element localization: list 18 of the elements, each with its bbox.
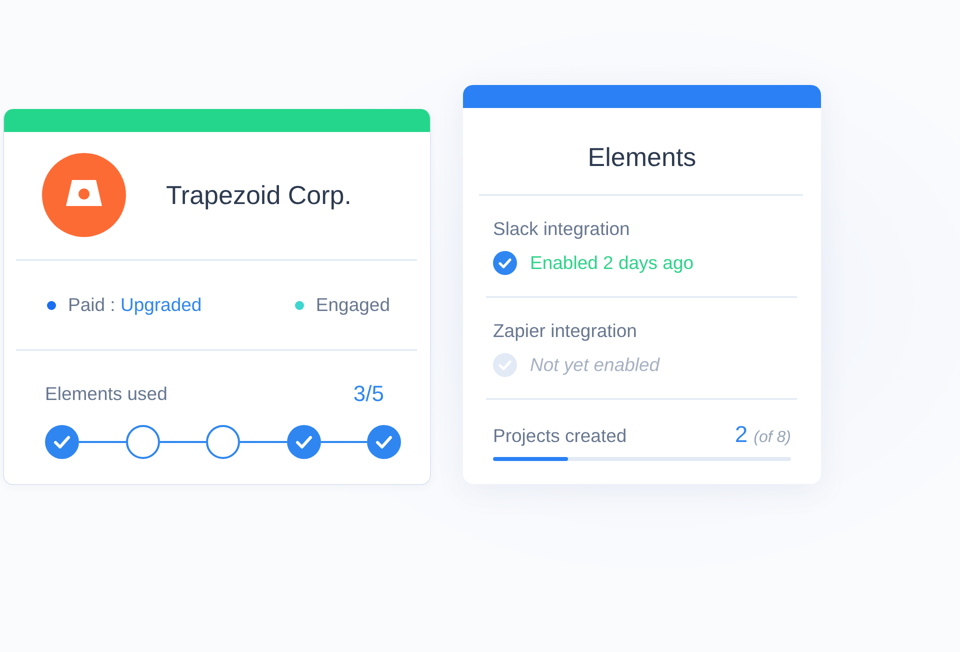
step-connector (79, 441, 126, 443)
step-connector (160, 441, 206, 443)
usage-label: Elements used (45, 383, 168, 405)
integration-name: Slack integration (493, 217, 630, 241)
projects-total: (of 8) (754, 429, 791, 446)
step-connector (240, 441, 286, 443)
projects-count: 2 (734, 421, 748, 447)
step-connector (320, 441, 367, 443)
usage-count: 3/5 (353, 381, 384, 407)
integration-status: Enabled 2 days ago (530, 251, 694, 275)
integration-status: Not yet enabled (530, 353, 660, 377)
card-title: Elements (588, 142, 696, 172)
status-label: Engaged (316, 294, 390, 316)
integration-name: Zapier integration (493, 319, 637, 343)
company-name: Trapezoid Corp. (166, 180, 352, 210)
projects-label: Projects created (493, 425, 627, 447)
trapezoid-logo-icon (42, 153, 126, 237)
status-label: Paid : Upgraded (68, 294, 202, 316)
